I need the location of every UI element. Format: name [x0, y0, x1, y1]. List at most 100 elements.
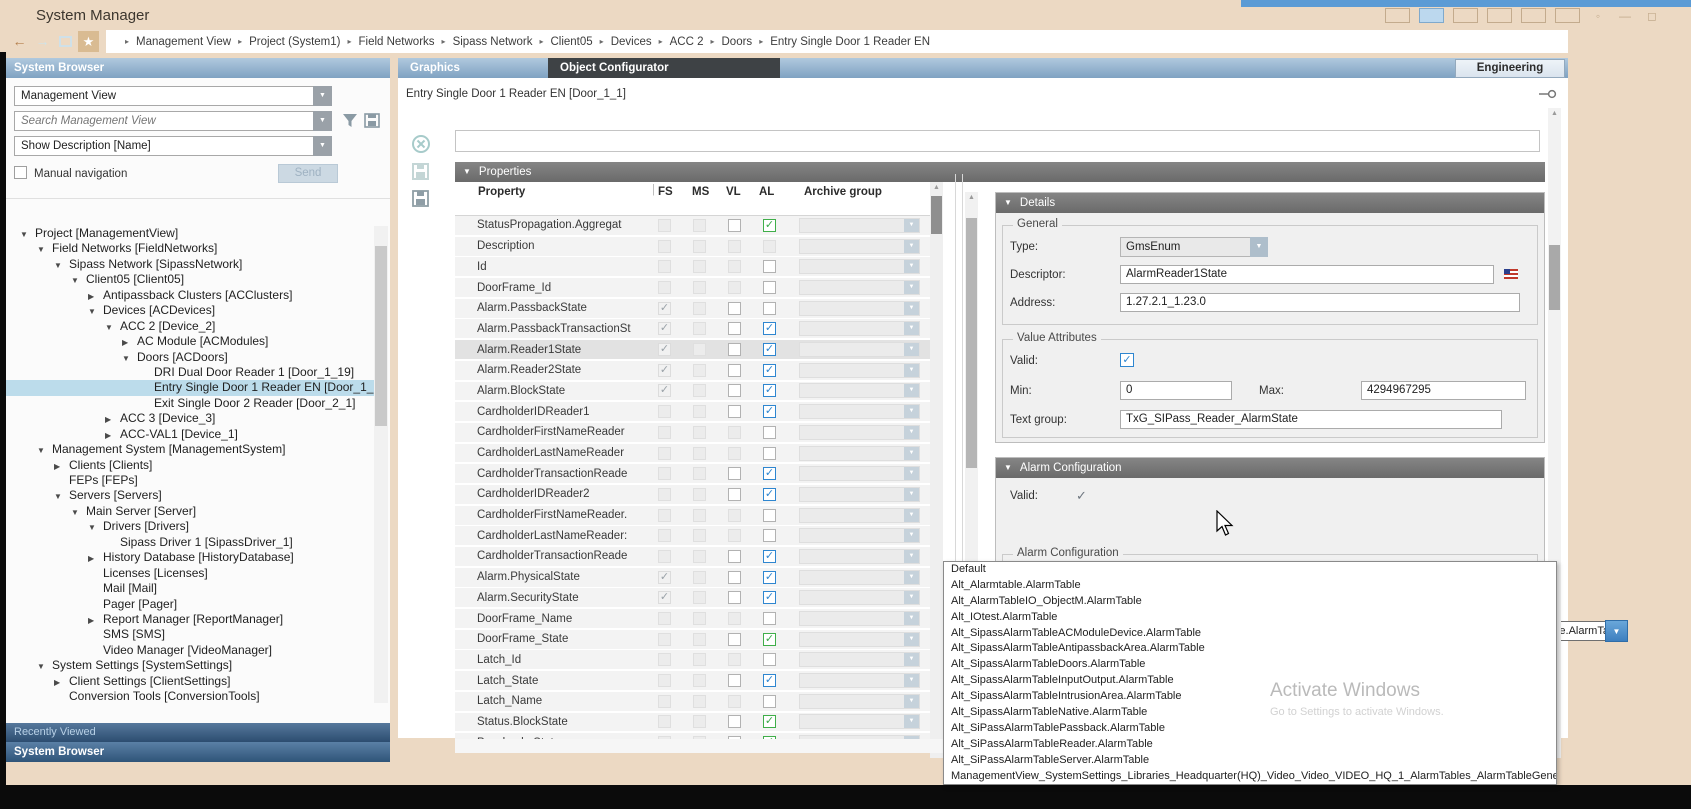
properties-section-header[interactable]: ▼Properties [455, 162, 1545, 182]
chevron-down-icon[interactable]: ▼ [904, 695, 919, 708]
chevron-down-icon[interactable]: ▼ [904, 715, 919, 728]
property-row[interactable]: StatusPropagation.Aggregat▼ [455, 216, 935, 235]
fs-checkbox[interactable] [658, 343, 671, 356]
tree-item[interactable]: ▶Antipassback Clusters [ACClusters] [6, 288, 374, 303]
tree-item[interactable]: ▼Sipass Network [SipassNetwork] [6, 257, 374, 272]
tree-item[interactable]: Licenses [Licenses] [6, 566, 374, 581]
alarm-config-header[interactable]: ▼Alarm Configuration [996, 458, 1544, 478]
tree-expander-icon[interactable]: ▼ [122, 351, 137, 366]
dropdown-option[interactable]: Alt_IOtest.AlarmTable [944, 610, 1556, 626]
tree-item[interactable]: ▶History Database [HistoryDatabase] [6, 550, 374, 565]
archive-group-select[interactable]: ▼ [799, 632, 920, 647]
breadcrumb-item[interactable]: Client05 [550, 36, 592, 48]
tree-expander-icon[interactable]: ▶ [105, 412, 120, 427]
chevron-down-icon[interactable]: ▼ [904, 260, 919, 273]
layout-grid-icon[interactable] [1521, 8, 1546, 23]
vl-checkbox[interactable] [728, 302, 741, 315]
tree-item[interactable]: Conversion Tools [ConversionTools] [6, 689, 374, 703]
column-fs[interactable]: FS [658, 186, 673, 198]
archive-group-select[interactable]: ▼ [799, 652, 920, 667]
al-checkbox[interactable] [763, 715, 776, 728]
filter-icon[interactable] [342, 113, 358, 133]
chevron-down-icon[interactable]: ▼ [313, 136, 332, 156]
tree-item[interactable]: ▶Report Manager [ReportManager] [6, 612, 374, 627]
tree-item[interactable]: Video Manager [VideoManager] [6, 643, 374, 658]
column-archive-group[interactable]: Archive group [804, 186, 882, 198]
tree-item[interactable]: ▼Doors [ACDoors] [6, 350, 374, 365]
al-checkbox[interactable] [763, 571, 776, 584]
favorites-icon[interactable]: ★ [78, 31, 99, 52]
al-checkbox[interactable] [763, 633, 776, 646]
manual-navigation-checkbox[interactable] [14, 166, 27, 179]
property-row[interactable]: Latch_State▼ [455, 671, 935, 690]
tree-expander-icon[interactable]: ▼ [88, 520, 103, 535]
save-icon[interactable] [412, 163, 429, 185]
breadcrumb-item[interactable]: Doors [722, 36, 753, 48]
dropdown-option[interactable]: Alt_SipassAlarmTableDoors.AlarmTable [944, 657, 1556, 673]
layout-quad-icon[interactable] [1419, 8, 1444, 23]
vl-checkbox[interactable] [728, 364, 741, 377]
chevron-down-icon[interactable]: ▼ [904, 447, 919, 460]
tree-item[interactable]: ▶ACC 3 [Device_3] [6, 411, 374, 426]
al-checkbox[interactable] [763, 550, 776, 563]
tree-item[interactable]: Pager [Pager] [6, 597, 374, 612]
chevron-down-icon[interactable]: ▼ [904, 591, 919, 604]
layout-wide-icon[interactable] [1555, 8, 1580, 23]
tree-expander-icon[interactable]: ▼ [37, 242, 52, 257]
scrollbar-thumb[interactable] [1549, 245, 1560, 310]
property-row[interactable]: DoorFrame_Name▼ [455, 609, 935, 628]
details-header[interactable]: ▼Details [996, 193, 1544, 213]
property-row[interactable]: CardholderLastNameReader:▼ [455, 526, 935, 545]
property-row[interactable]: CardholderTransactionReade▼ [455, 464, 935, 483]
scroll-up-icon[interactable]: ▲ [1548, 108, 1561, 120]
back-button[interactable]: ← [9, 31, 30, 52]
fs-checkbox[interactable] [658, 322, 671, 335]
archive-group-select[interactable]: ▼ [799, 694, 920, 709]
tree-item[interactable]: ▼Main Server [Server] [6, 504, 374, 519]
vl-checkbox[interactable] [728, 591, 741, 604]
tree-item[interactable]: DRI Dual Door Reader 1 [Door_1_19] [6, 365, 374, 380]
descriptor-field[interactable]: AlarmReader1State [1120, 265, 1494, 284]
dropdown-option[interactable]: Alt_SipassAlarmTableInputOutput.AlarmTab… [944, 673, 1556, 689]
recently-viewed-bar[interactable]: Recently Viewed [6, 723, 390, 742]
dropdown-option[interactable]: Alt_SiPassAlarmTableReader.AlarmTable [944, 737, 1556, 753]
dropdown-option[interactable]: Alt_Alarmtable.AlarmTable [944, 578, 1556, 594]
pin-icon[interactable] [1539, 86, 1557, 96]
table-scrollbar[interactable]: ▲ [930, 182, 943, 758]
tree-expander-icon[interactable]: ▼ [88, 304, 103, 319]
chevron-down-icon[interactable]: ▼ [904, 633, 919, 646]
dock-top-icon[interactable] [1385, 8, 1410, 23]
dropdown-option[interactable]: Alt_SipassAlarmTableIntrusionArea.AlarmT… [944, 689, 1556, 705]
property-row[interactable]: CardholderFirstNameReader.▼ [455, 506, 935, 525]
property-row[interactable]: Alarm.PhysicalState▼ [455, 568, 935, 587]
minimize-icon[interactable]: — [1616, 9, 1634, 23]
al-checkbox[interactable] [763, 447, 776, 460]
dropdown-option[interactable]: Alt_SiPassAlarmTablePassback.AlarmTable [944, 721, 1556, 737]
tree-item[interactable]: ▼Project [ManagementView] [6, 226, 374, 241]
archive-group-select[interactable]: ▼ [799, 508, 920, 523]
breadcrumb-item[interactable]: Project (System1) [249, 36, 340, 48]
fs-checkbox[interactable] [658, 302, 671, 315]
chevron-down-icon[interactable]: ▼ [904, 509, 919, 522]
dropdown-option[interactable]: Alt_AlarmTableIO_ObjectM.AlarmTable [944, 594, 1556, 610]
lock-icon[interactable]: ◦ [1589, 9, 1607, 23]
archive-group-select[interactable]: ▼ [799, 611, 920, 626]
collapse-icon[interactable]: ▼ [463, 167, 471, 176]
breadcrumb-item[interactable]: Management View [136, 36, 231, 48]
archive-group-select[interactable]: ▼ [799, 342, 920, 357]
al-checkbox[interactable] [763, 612, 776, 625]
tree-expander-icon[interactable]: ▶ [88, 289, 103, 304]
tree-expander-icon[interactable]: ▼ [20, 227, 35, 242]
tree-expander-icon[interactable]: ▶ [122, 335, 137, 350]
tree-item[interactable]: ▶Clients [Clients] [6, 458, 374, 473]
al-checkbox[interactable] [763, 219, 776, 232]
breadcrumb-item[interactable]: Entry Single Door 1 Reader EN [770, 36, 930, 48]
min-field[interactable]: 0 [1120, 381, 1232, 400]
property-row[interactable]: Alarm.PassbackState▼ [455, 299, 935, 318]
column-vl[interactable]: VL [726, 186, 741, 198]
al-checkbox[interactable] [763, 302, 776, 315]
scrollbar-thumb[interactable] [966, 218, 977, 468]
vl-checkbox[interactable] [728, 467, 741, 480]
forward-button[interactable]: → [32, 31, 53, 52]
property-row[interactable]: Latch_Name▼ [455, 692, 935, 711]
